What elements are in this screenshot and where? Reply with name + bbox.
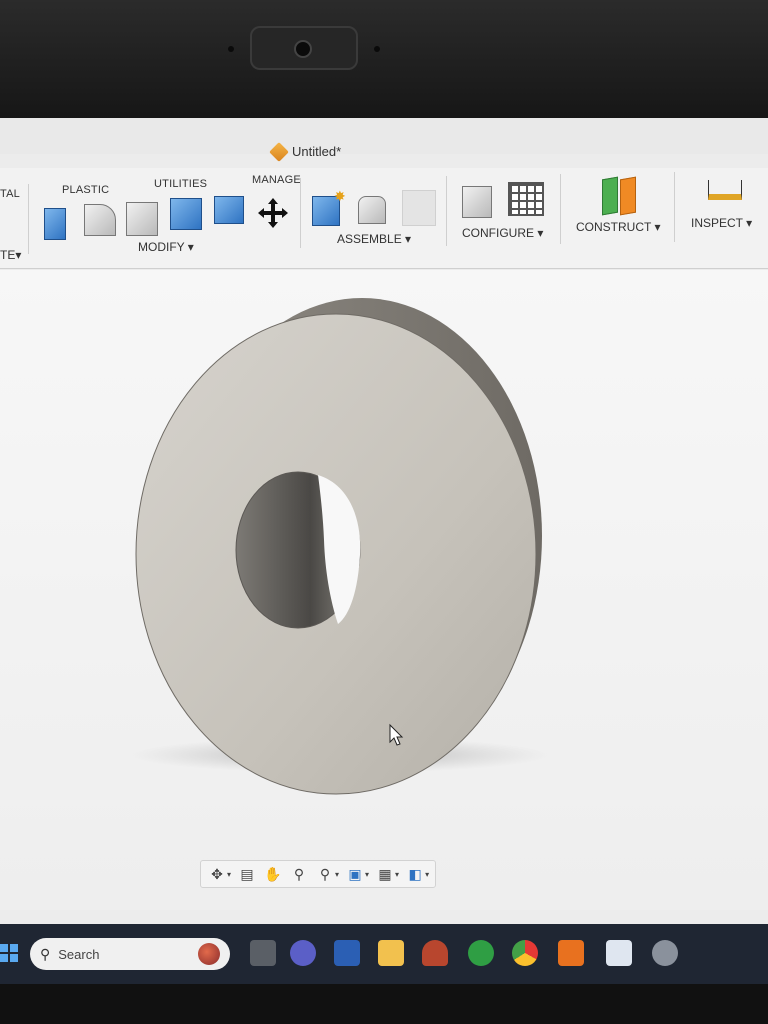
caret-icon[interactable]: ▾ [335,870,339,879]
taskbar: ⚲ Search [0,924,768,984]
fusion-icon[interactable] [558,940,584,966]
viewports-icon[interactable]: ◧ [405,866,425,883]
navigation-bar: ✥ ▾ ▤ ✋ ⚲ ⚲ ▾ ▣ ▾ ▦ ▾ ◧ ▾ [200,860,437,888]
inspect-menu[interactable]: INSPECT ▾ [691,216,752,230]
canvas-viewport[interactable] [0,270,768,910]
caret-icon[interactable]: ▾ [365,870,369,879]
toolbar-divider [560,174,561,244]
orbit-icon[interactable]: ✥ [207,866,227,883]
configure-menu[interactable]: CONFIGURE ▾ [462,226,543,240]
caret-icon: ▾ [405,232,412,246]
grid-icon[interactable]: ▦ [375,866,395,883]
screen: Untitled* TAL PLASTIC UTILITIES MANAGE T… [0,118,768,964]
search-placeholder: Search [58,946,100,962]
caret-icon: ▾ [15,248,22,262]
settings-icon[interactable] [652,940,678,966]
laptop-bezel-bottom [0,984,768,1024]
caret-icon: ▾ [537,226,544,240]
taskbar-search[interactable]: ⚲ Search [30,938,230,970]
ribbon-toolbar: TAL PLASTIC UTILITIES MANAGE TE▾ MODIFY … [0,168,768,269]
inspect-menu-label: INSPECT [691,216,743,230]
caret-icon[interactable]: ▾ [425,870,429,879]
document-title-text: Untitled* [292,144,342,159]
move-copy-icon[interactable] [256,196,290,230]
word-icon[interactable] [334,940,360,966]
configuration-table-icon[interactable] [508,182,544,216]
pan-icon[interactable]: ✋ [263,866,283,883]
laptop-bezel-top [0,0,768,120]
measure-icon[interactable] [708,180,742,200]
toolbar-divider [28,184,29,254]
construct-menu-label: CONSTRUCT [576,220,652,234]
display-settings-icon[interactable]: ▣ [345,866,365,883]
replace-face-icon[interactable] [214,196,244,224]
create-menu-partial[interactable]: TE▾ [0,248,21,262]
caret-icon[interactable]: ▾ [395,870,399,879]
new-component-spark-icon: ✸ [334,188,346,204]
washer-model[interactable] [0,270,768,910]
configure-model-icon[interactable] [462,186,492,218]
construct-menu[interactable]: CONSTRUCT ▾ [576,220,661,234]
app-icon[interactable] [422,940,448,966]
toolbar-divider [674,172,675,242]
assemble-menu-label: ASSEMBLE [337,232,402,246]
tab-sheet-metal[interactable]: TAL [0,188,20,200]
modify-menu[interactable]: MODIFY ▾ [138,240,194,254]
motion-link-icon[interactable] [402,190,436,226]
toolbar-divider [300,178,301,248]
caret-icon: ▾ [746,216,753,230]
document-title[interactable]: Untitled* [269,141,342,162]
caret-icon: ▾ [654,220,661,234]
joint-icon[interactable] [358,196,386,224]
xbox-icon[interactable] [468,940,494,966]
modify-menu-label: MODIFY [138,240,185,254]
webcam-indicator [228,46,234,52]
search-icon: ⚲ [40,945,51,962]
zoom-window-icon[interactable]: ⚲ [315,866,335,883]
windows-start-icon[interactable] [0,942,18,964]
combine-icon[interactable] [170,198,202,230]
caret-icon: ▾ [187,240,194,254]
tab-plastic[interactable]: PLASTIC [62,184,109,196]
tab-manage[interactable]: MANAGE [252,174,301,186]
offset-plane-green-icon[interactable] [602,176,618,216]
look-at-icon[interactable]: ▤ [237,866,257,883]
caret-icon[interactable]: ▾ [227,870,231,879]
meet-icon[interactable] [290,940,316,966]
offset-plane-orange-icon[interactable] [620,176,636,216]
assemble-menu[interactable]: ASSEMBLE ▾ [337,232,411,246]
toolbar-divider [446,176,447,246]
task-view-icon[interactable] [250,940,276,966]
zoom-icon[interactable]: ⚲ [289,866,309,883]
webcam-sensor [374,46,380,52]
press-pull-icon[interactable] [44,208,66,240]
file-explorer-icon[interactable] [378,940,404,966]
shell-icon[interactable] [126,202,158,236]
webcam [250,26,358,70]
search-highlight-icon [198,943,220,965]
document-icon [269,141,289,162]
tab-utilities[interactable]: UTILITIES [154,178,207,190]
create-menu-label: TE [0,248,16,262]
configure-menu-label: CONFIGURE [462,226,534,240]
app-icon-2[interactable] [606,940,632,966]
fillet-icon[interactable] [84,204,116,236]
chrome-icon[interactable] [512,940,538,966]
title-bar: Untitled* [0,118,768,162]
